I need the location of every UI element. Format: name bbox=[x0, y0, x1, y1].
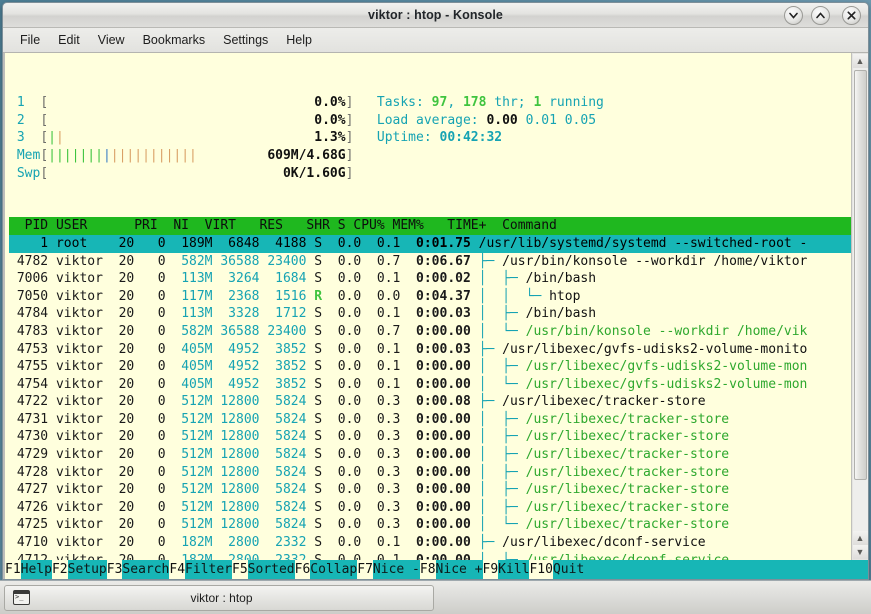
htop-meters: 1 [ 0.0%] Tasks: 97, 178 thr; 1 running … bbox=[9, 94, 851, 182]
fkey-f10-label[interactable]: Quit bbox=[553, 560, 584, 579]
fkey-f8-label[interactable]: Nice + bbox=[436, 560, 483, 579]
htop-process-row[interactable]: 4730 viktor 20 0 512M 12800 5824 S 0.0 0… bbox=[9, 428, 851, 446]
menu-item-help[interactable]: Help bbox=[277, 30, 321, 50]
terminal-icon bbox=[13, 590, 30, 605]
maximize-button[interactable] bbox=[811, 6, 830, 25]
htop-process-row[interactable]: 4722 viktor 20 0 512M 12800 5824 S 0.0 0… bbox=[9, 393, 851, 411]
fkey-f2-key[interactable]: F2 bbox=[52, 560, 68, 579]
fkey-f2-label[interactable]: Setup bbox=[68, 560, 107, 579]
fkey-f8-key[interactable]: F8 bbox=[420, 560, 436, 579]
htop-process-row[interactable]: 4726 viktor 20 0 512M 12800 5824 S 0.0 0… bbox=[9, 499, 851, 517]
htop-meter-row: Swp[ 0K/1.60G] bbox=[9, 165, 851, 183]
menu-item-edit[interactable]: Edit bbox=[49, 30, 89, 50]
fkey-f4-key[interactable]: F4 bbox=[169, 560, 185, 579]
menu-item-bookmarks[interactable]: Bookmarks bbox=[134, 30, 215, 50]
fkey-f1-label[interactable]: Help bbox=[21, 560, 52, 579]
htop-process-row[interactable]: 4754 viktor 20 0 405M 4952 3852 S 0.0 0.… bbox=[9, 376, 851, 394]
htop-meter-row: 2 [ 0.0%] Load average: 0.00 0.01 0.05 bbox=[9, 112, 851, 130]
htop-process-row[interactable]: 4710 viktor 20 0 182M 2800 2332 S 0.0 0.… bbox=[9, 534, 851, 552]
close-button[interactable] bbox=[842, 6, 861, 25]
fkey-f3-key[interactable]: F3 bbox=[107, 560, 123, 579]
htop-process-row[interactable]: 4731 viktor 20 0 512M 12800 5824 S 0.0 0… bbox=[9, 411, 851, 429]
htop-process-row[interactable]: 1 root 20 0 189M 6848 4188 S 0.0 0.1 0:0… bbox=[9, 235, 851, 253]
minimize-button[interactable] bbox=[784, 6, 803, 25]
scroll-down-arrow-a[interactable]: ▲ bbox=[853, 531, 868, 545]
fkey-f9-label[interactable]: Kill bbox=[498, 560, 529, 579]
htop-process-row[interactable]: 4784 viktor 20 0 113M 3328 1712 S 0.0 0.… bbox=[9, 305, 851, 323]
fkey-f9-key[interactable]: F9 bbox=[483, 560, 499, 579]
fkey-f7-label[interactable]: Nice - bbox=[373, 560, 420, 579]
konsole-window: viktor : htop - Konsole File Edit View B… bbox=[2, 2, 869, 580]
fkey-f6-key[interactable]: F6 bbox=[295, 560, 311, 579]
fkey-f5-label[interactable]: Sorted bbox=[248, 560, 295, 579]
scroll-down-arrow-b[interactable]: ▼ bbox=[853, 545, 868, 559]
htop-process-row[interactable]: 4728 viktor 20 0 512M 12800 5824 S 0.0 0… bbox=[9, 464, 851, 482]
htop-screen[interactable]: 1 [ 0.0%] Tasks: 97, 178 thr; 1 running … bbox=[5, 53, 851, 560]
desktop-taskbar: viktor : htop bbox=[0, 580, 871, 614]
htop-process-row[interactable]: 7006 viktor 20 0 113M 3264 1684 S 0.0 0.… bbox=[9, 270, 851, 288]
htop-column-header[interactable]: PID USER PRI NI VIRT RES SHR S CPU% MEM%… bbox=[9, 217, 851, 235]
fkey-f3-label[interactable]: Search bbox=[122, 560, 169, 579]
terminal-area: 1 [ 0.0%] Tasks: 97, 178 thr; 1 running … bbox=[3, 53, 868, 560]
fkey-f6-label[interactable]: Collap bbox=[310, 560, 357, 579]
htop-function-key-bar: F1Help F2Setup F3SearchF4FilterF5SortedF… bbox=[3, 560, 868, 579]
window-titlebar[interactable]: viktor : htop - Konsole bbox=[3, 3, 868, 28]
fkey-f10-key[interactable]: F10 bbox=[529, 560, 552, 579]
scrollbar-thumb[interactable] bbox=[854, 70, 867, 480]
window-controls bbox=[784, 6, 861, 25]
htop-process-row[interactable]: 7050 viktor 20 0 117M 2368 1516 R 0.0 0.… bbox=[9, 288, 851, 306]
fkey-f5-key[interactable]: F5 bbox=[232, 560, 248, 579]
menu-item-settings[interactable]: Settings bbox=[214, 30, 277, 50]
fkey-f1-key[interactable]: F1 bbox=[5, 560, 21, 579]
scrollbar-track[interactable] bbox=[853, 68, 868, 531]
fkey-f4-label[interactable]: Filter bbox=[185, 560, 232, 579]
scroll-up-arrow[interactable]: ▲ bbox=[853, 54, 868, 68]
fnbar-filler bbox=[584, 560, 868, 579]
htop-process-row[interactable]: 4755 viktor 20 0 405M 4952 3852 S 0.0 0.… bbox=[9, 358, 851, 376]
menu-item-file[interactable]: File bbox=[11, 30, 49, 50]
htop-meter-row: Mem[||||||||||||||||||| 609M/4.68G] bbox=[9, 147, 851, 165]
taskbar-entry-label: viktor : htop bbox=[36, 591, 407, 605]
terminal-scrollbar[interactable]: ▲ ▲ ▼ bbox=[851, 53, 868, 560]
htop-process-row[interactable]: 4783 viktor 20 0 582M 36588 23400 S 0.0 … bbox=[9, 323, 851, 341]
htop-meter-row: 3 [|| 1.3%] Uptime: 00:42:32 bbox=[9, 129, 851, 147]
fkey-f7-key[interactable]: F7 bbox=[357, 560, 373, 579]
htop-process-row[interactable]: 4727 viktor 20 0 512M 12800 5824 S 0.0 0… bbox=[9, 481, 851, 499]
htop-process-row[interactable]: 4782 viktor 20 0 582M 36588 23400 S 0.0 … bbox=[9, 253, 851, 271]
menu-item-view[interactable]: View bbox=[89, 30, 134, 50]
htop-process-row[interactable]: 4712 viktor 20 0 182M 2800 2332 S 0.0 0.… bbox=[9, 552, 851, 560]
htop-process-row[interactable]: 4729 viktor 20 0 512M 12800 5824 S 0.0 0… bbox=[9, 446, 851, 464]
taskbar-entry-konsole[interactable]: viktor : htop bbox=[4, 585, 434, 611]
htop-process-row[interactable]: 4725 viktor 20 0 512M 12800 5824 S 0.0 0… bbox=[9, 516, 851, 534]
htop-meter-row: 1 [ 0.0%] Tasks: 97, 178 thr; 1 running bbox=[9, 94, 851, 112]
htop-process-table: PID USER PRI NI VIRT RES SHR S CPU% MEM%… bbox=[9, 217, 851, 560]
menu-bar: File Edit View Bookmarks Settings Help bbox=[3, 28, 868, 53]
window-title: viktor : htop - Konsole bbox=[3, 8, 868, 22]
htop-process-row[interactable]: 4753 viktor 20 0 405M 4952 3852 S 0.0 0.… bbox=[9, 341, 851, 359]
